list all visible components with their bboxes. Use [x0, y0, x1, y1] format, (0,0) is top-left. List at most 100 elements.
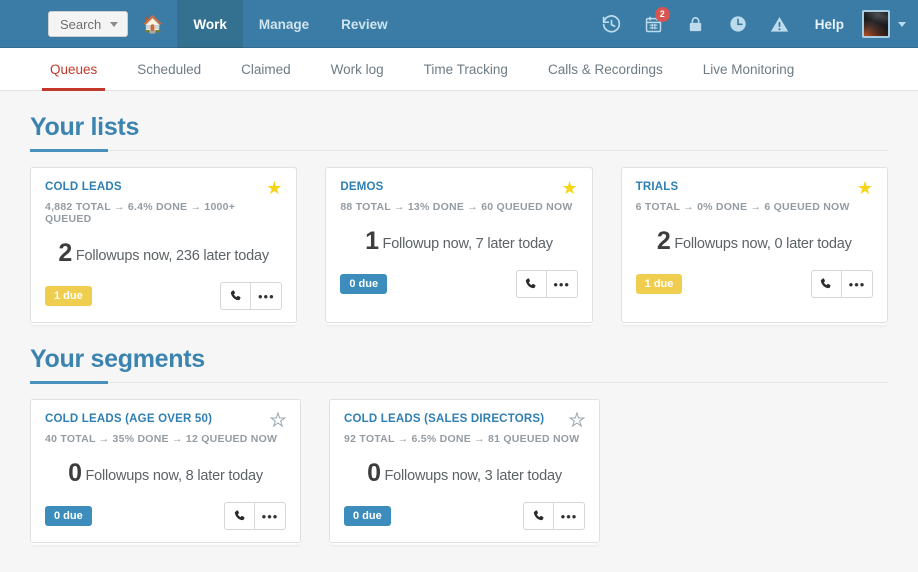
ellipsis-icon[interactable]: ••• — [255, 502, 286, 530]
queue-card[interactable]: TRIALS ★ 6 TOTAL → 0% DONE → 6 QUEUED NO… — [620, 167, 888, 323]
card-summary: 2 Followups now, 236 later today — [45, 239, 282, 268]
followup-text: Followups now, 3 later today — [384, 468, 563, 484]
followup-count: 2 — [58, 239, 72, 267]
avatar — [862, 10, 890, 38]
section-title-your-segments: Your segments — [30, 345, 205, 373]
followup-count: 1 — [365, 227, 379, 255]
card-actions: ••• — [523, 502, 585, 530]
followup-count: 0 — [68, 459, 82, 487]
page-content: Your lists COLD LEADS ★ 4,882 TOTAL → 6.… — [0, 91, 918, 543]
queue-card[interactable]: DEMOS ★ 88 TOTAL → 13% DONE → 60 QUEUED … — [325, 167, 593, 323]
section-divider — [30, 149, 888, 152]
due-badge[interactable]: 0 due — [340, 274, 388, 294]
top-nav-right: 2 Help — [591, 0, 918, 48]
card-actions: ••• — [224, 502, 286, 530]
user-menu[interactable] — [858, 10, 906, 38]
help-link[interactable]: Help — [801, 17, 858, 32]
segments-card-row: COLD LEADS (AGE OVER 50) ★ 40 TOTAL → 35… — [30, 399, 888, 543]
tab-time-tracking[interactable]: Time Tracking — [404, 48, 528, 90]
phone-icon[interactable] — [220, 282, 252, 310]
search-label: Search — [60, 16, 102, 32]
card-summary: 0 Followups now, 3 later today — [344, 459, 585, 488]
card-header: COLD LEADS ★ — [45, 179, 282, 197]
nav-item-work[interactable]: Work — [177, 0, 243, 48]
search-dropdown-button[interactable]: Search — [48, 11, 129, 37]
card-header: COLD LEADS (SALES DIRECTORS) ★ — [344, 411, 586, 430]
lock-icon[interactable] — [675, 0, 717, 48]
calendar-icon[interactable]: 2 — [633, 0, 675, 48]
phone-icon[interactable] — [810, 270, 842, 298]
section-divider — [30, 381, 888, 384]
card-stats: 92 TOTAL → 6.5% DONE → 81 QUEUED NOW — [344, 433, 580, 445]
card-stats: 6 TOTAL → 0% DONE → 6 QUEUED NOW — [635, 201, 850, 213]
tab-work-log[interactable]: Work log — [311, 48, 404, 90]
followup-count: 2 — [656, 227, 671, 255]
followup-text: Followups now, 0 later today — [674, 236, 852, 252]
calendar-notification-badge: 2 — [654, 7, 670, 22]
favorite-star-icon[interactable]: ★ — [269, 411, 286, 430]
sub-navigation-tabs: Queues Scheduled Claimed Work log Time T… — [0, 48, 918, 91]
card-summary: 2 Followups now, 0 later today — [636, 227, 873, 256]
card-title[interactable]: DEMOS — [340, 181, 383, 193]
favorite-star-icon[interactable]: ★ — [266, 179, 282, 197]
card-footer: 0 due ••• — [344, 502, 585, 530]
card-stats: 88 TOTAL → 13% DONE → 60 QUEUED NOW — [340, 201, 573, 213]
followup-text: Followups now, 8 later today — [85, 468, 264, 484]
favorite-star-icon[interactable]: ★ — [857, 179, 873, 197]
due-badge[interactable]: 1 due — [635, 274, 683, 294]
tab-claimed[interactable]: Claimed — [221, 48, 311, 90]
card-title[interactable]: COLD LEADS — [45, 181, 122, 193]
due-badge[interactable]: 0 due — [45, 506, 92, 526]
segment-card[interactable]: COLD LEADS (AGE OVER 50) ★ 40 TOTAL → 35… — [30, 399, 301, 543]
more-options-label: ••• — [258, 288, 275, 304]
nav-item-manage[interactable]: Manage — [243, 0, 325, 48]
ellipsis-icon[interactable]: ••• — [554, 502, 585, 530]
warning-icon[interactable] — [759, 0, 801, 48]
more-options-label: ••• — [560, 508, 578, 524]
nav-home-button[interactable]: 🏠 — [128, 0, 177, 48]
ellipsis-icon[interactable]: ••• — [841, 270, 873, 298]
phone-icon[interactable] — [523, 502, 554, 530]
tab-queues[interactable]: Queues — [30, 48, 117, 91]
clock-icon[interactable] — [717, 0, 759, 48]
card-summary: 0 Followups now, 8 later today — [45, 459, 286, 488]
tab-live-monitoring[interactable]: Live Monitoring — [683, 48, 815, 90]
card-title[interactable]: TRIALS — [636, 181, 679, 193]
card-stats: 4,882 TOTAL → 6.4% DONE → 1000+ QUEUED — [45, 201, 236, 225]
top-navigation-bar: Search 🏠 Work Manage Review 2 Help — [0, 0, 918, 48]
ellipsis-icon[interactable]: ••• — [546, 270, 578, 298]
lists-card-row: COLD LEADS ★ 4,882 TOTAL → 6.4% DONE → 1… — [30, 167, 888, 323]
tab-calls-recordings[interactable]: Calls & Recordings — [528, 48, 683, 90]
due-badge[interactable]: 1 due — [45, 286, 92, 306]
phone-icon[interactable] — [515, 270, 547, 298]
card-footer: 0 due ••• — [45, 502, 286, 530]
card-title[interactable]: COLD LEADS (SALES DIRECTORS) — [344, 413, 544, 425]
due-badge[interactable]: 0 due — [344, 506, 391, 526]
card-title[interactable]: COLD LEADS (AGE OVER 50) — [45, 413, 212, 425]
card-footer: 0 due ••• — [340, 270, 578, 298]
card-header: DEMOS ★ — [340, 179, 578, 197]
card-stats: 40 TOTAL → 35% DONE → 12 QUEUED NOW — [45, 433, 278, 445]
tab-scheduled[interactable]: Scheduled — [117, 48, 221, 90]
followup-text: Followups now, 236 later today — [75, 248, 269, 264]
followup-count: 0 — [367, 459, 381, 487]
history-icon[interactable] — [591, 0, 633, 48]
card-summary: 1 Followup now, 7 later today — [340, 227, 577, 256]
nav-item-review[interactable]: Review — [325, 0, 404, 48]
card-footer: 1 due ••• — [45, 282, 283, 310]
card-header: TRIALS ★ — [636, 179, 873, 197]
favorite-star-icon[interactable]: ★ — [562, 179, 578, 197]
card-actions: ••• — [515, 270, 578, 298]
more-options-label: ••• — [261, 508, 279, 524]
ellipsis-icon[interactable]: ••• — [251, 282, 283, 310]
segment-card[interactable]: COLD LEADS (SALES DIRECTORS) ★ 92 TOTAL … — [329, 399, 600, 543]
section-title-your-lists: Your lists — [30, 113, 140, 141]
chevron-down-icon — [110, 21, 119, 27]
favorite-star-icon[interactable]: ★ — [568, 411, 585, 430]
more-options-label: ••• — [848, 276, 866, 292]
card-actions: ••• — [220, 282, 283, 310]
more-options-label: ••• — [553, 276, 570, 292]
phone-icon[interactable] — [224, 502, 255, 530]
home-icon: 🏠 — [142, 14, 164, 34]
queue-card[interactable]: COLD LEADS ★ 4,882 TOTAL → 6.4% DONE → 1… — [30, 167, 298, 323]
